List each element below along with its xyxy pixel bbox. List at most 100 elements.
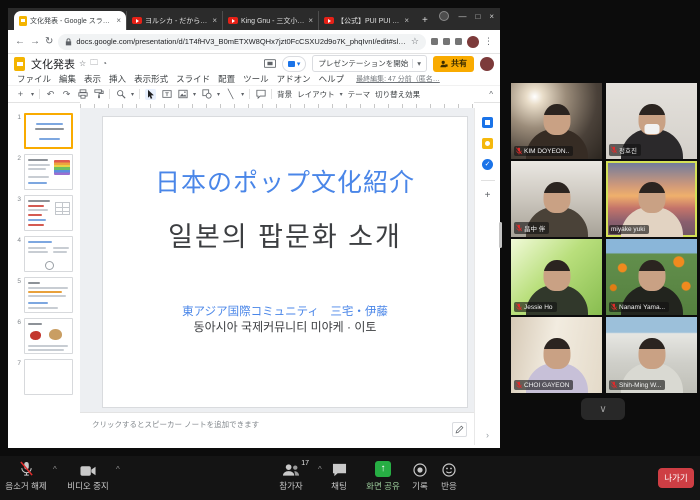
url-field[interactable]: docs.google.com/presentation/d/1T4fHV3_B…: [58, 34, 426, 50]
more-participants-button[interactable]: ∨: [581, 398, 625, 420]
share-button[interactable]: 共有: [433, 56, 474, 72]
zoom-tool-icon[interactable]: [115, 89, 126, 100]
caret-down-icon[interactable]: ▾: [340, 91, 343, 98]
forward-icon[interactable]: →: [30, 37, 40, 47]
menu-view[interactable]: 表示: [84, 73, 101, 85]
close-icon[interactable]: ×: [116, 16, 121, 25]
menu-help[interactable]: ヘルプ: [319, 73, 345, 85]
menu-arrange[interactable]: 配置: [218, 73, 235, 85]
account-avatar[interactable]: [480, 57, 494, 71]
stop-video-button[interactable]: 비디오 중지: [62, 461, 114, 492]
chat-button[interactable]: 채팅: [318, 461, 360, 492]
new-tab-button[interactable]: +: [422, 15, 428, 26]
minimize-button[interactable]: —: [458, 12, 466, 21]
speaker-notes[interactable]: クリックするとスピーカー ノートを追加できます: [80, 412, 474, 445]
redo-icon[interactable]: ↷: [61, 89, 72, 100]
collapse-toolbar-icon[interactable]: ^: [489, 90, 493, 99]
close-icon[interactable]: ×: [404, 16, 409, 25]
add-addon-icon[interactable]: +: [485, 191, 491, 201]
slide-thumbnail-5[interactable]: 5: [13, 277, 77, 313]
tab-google-slides[interactable]: 文化発表 - Google スライド ×: [14, 11, 126, 30]
caret-down-icon[interactable]: ▾: [131, 91, 134, 98]
star-icon[interactable]: ☆: [79, 59, 86, 68]
menu-edit[interactable]: 編集: [59, 73, 76, 85]
participants-button[interactable]: 17 참가자: [266, 461, 316, 492]
theme-button[interactable]: テーマ: [348, 89, 371, 100]
close-window-button[interactable]: ×: [489, 12, 494, 21]
caret-down-icon[interactable]: ▾: [217, 91, 220, 98]
bookmark-star-icon[interactable]: ☆: [411, 36, 419, 47]
calendar-icon[interactable]: [482, 117, 493, 128]
start-presentation-button[interactable]: プレゼンテーションを開始 ▾: [312, 55, 427, 72]
present-display-icon[interactable]: [264, 59, 276, 68]
notes-edit-button[interactable]: [452, 422, 467, 437]
unmute-button[interactable]: 음소거 해제: [2, 461, 50, 492]
insert-image-icon[interactable]: [177, 89, 188, 100]
current-slide[interactable]: 日本のポップ文化紹介 일본의 팝문화 소개 東アジア国際コミュニティ 三宅・伊藤…: [102, 116, 468, 408]
participant-tile[interactable]: Shih-Ming W...: [606, 317, 697, 393]
present-to-meeting-button[interactable]: ▾: [282, 56, 307, 72]
browser-menu-icon[interactable]: ⋮: [484, 36, 493, 47]
caret-down-icon[interactable]: ▾: [412, 59, 421, 68]
slide-subtitle-japanese[interactable]: 東アジア国際コミュニティ 三宅・伊藤: [103, 303, 467, 319]
menu-slide[interactable]: スライド: [176, 73, 210, 85]
menu-tools[interactable]: ツール: [243, 73, 269, 85]
caret-down-icon[interactable]: ▾: [193, 91, 196, 98]
mic-options-chevron[interactable]: ^: [53, 465, 57, 474]
caret-down-icon[interactable]: ▾: [31, 91, 34, 98]
keep-icon[interactable]: [482, 138, 493, 149]
participant-tile[interactable]: KIM DOYEON..: [511, 83, 602, 159]
extension-icon[interactable]: [455, 38, 462, 45]
select-cursor-icon[interactable]: [145, 89, 156, 100]
browser-profile-icon[interactable]: [439, 11, 449, 21]
move-folder-icon[interactable]: 🗀: [90, 57, 98, 71]
paint-format-icon[interactable]: [93, 89, 104, 100]
participant-tile-active-speaker[interactable]: miyake yuki: [606, 161, 697, 237]
maximize-button[interactable]: □: [475, 12, 480, 21]
caret-down-icon[interactable]: ▾: [241, 91, 244, 98]
slide-subtitle-korean[interactable]: 동아시아 국제커뮤니티 미야케 · 이토: [103, 318, 467, 335]
close-icon[interactable]: ×: [308, 16, 313, 25]
reactions-button[interactable]: 반응: [427, 461, 471, 492]
participant-tile[interactable]: CHOI GAYEON: [511, 317, 602, 393]
undo-icon[interactable]: ↶: [45, 89, 56, 100]
last-edit-link[interactable]: 最終編集: 47 分前（匿名…: [356, 74, 440, 84]
tab-youtube-3[interactable]: 【公式】PUI PUI モルカー 第1話… ×: [318, 11, 414, 30]
insert-comment-icon[interactable]: [255, 89, 266, 100]
tab-youtube-1[interactable]: ヨルシカ - だから僕は音楽を辞めた… ×: [126, 11, 222, 30]
participant-tile[interactable]: 정호진: [606, 83, 697, 159]
slide-thumbnail-1[interactable]: 1: [13, 113, 77, 149]
video-options-chevron[interactable]: ^: [116, 465, 120, 474]
close-icon[interactable]: ×: [212, 16, 217, 25]
participant-tile[interactable]: Nanami Yama...: [606, 239, 697, 315]
leave-meeting-button[interactable]: 나가기: [658, 468, 694, 488]
extension-icon[interactable]: [431, 38, 438, 45]
slide-thumbnail-6[interactable]: 6: [13, 318, 77, 354]
slide-thumbnail-4[interactable]: 4: [13, 236, 77, 272]
insert-shape-icon[interactable]: [201, 89, 212, 100]
back-icon[interactable]: ←: [15, 37, 25, 47]
insert-line-icon[interactable]: ╲: [225, 89, 236, 100]
slide-thumbnail-2[interactable]: 2: [13, 154, 77, 190]
document-title[interactable]: 文化発表: [31, 56, 75, 72]
slide-thumbnail-7[interactable]: 7: [13, 359, 77, 395]
participant-tile[interactable]: 畠中 伴: [511, 161, 602, 237]
slide-title-korean[interactable]: 일본의 팝문화 소개: [103, 215, 467, 254]
extension-icon[interactable]: [443, 38, 450, 45]
collapse-panel-icon[interactable]: ›: [486, 430, 489, 440]
slides-logo-icon[interactable]: [14, 57, 25, 71]
menu-file[interactable]: ファイル: [17, 73, 51, 85]
reload-icon[interactable]: ↻: [45, 37, 53, 47]
menu-insert[interactable]: 挿入: [109, 73, 126, 85]
text-box-icon[interactable]: [161, 89, 172, 100]
slide-title-japanese[interactable]: 日本のポップ文化紹介: [103, 163, 467, 199]
layout-button[interactable]: レイアウト: [297, 89, 335, 100]
print-icon[interactable]: [77, 89, 88, 100]
panel-resize-handle[interactable]: [499, 222, 502, 248]
menu-addons[interactable]: アドオン: [277, 73, 311, 85]
transition-button[interactable]: 切り替え効果: [375, 89, 420, 100]
participant-tile[interactable]: Jessie Ho: [511, 239, 602, 315]
menu-format[interactable]: 表示形式: [134, 73, 168, 85]
background-button[interactable]: 背景: [277, 89, 292, 100]
tab-youtube-2[interactable]: King Gnu - 三文小説 - YouTube ×: [222, 11, 318, 30]
